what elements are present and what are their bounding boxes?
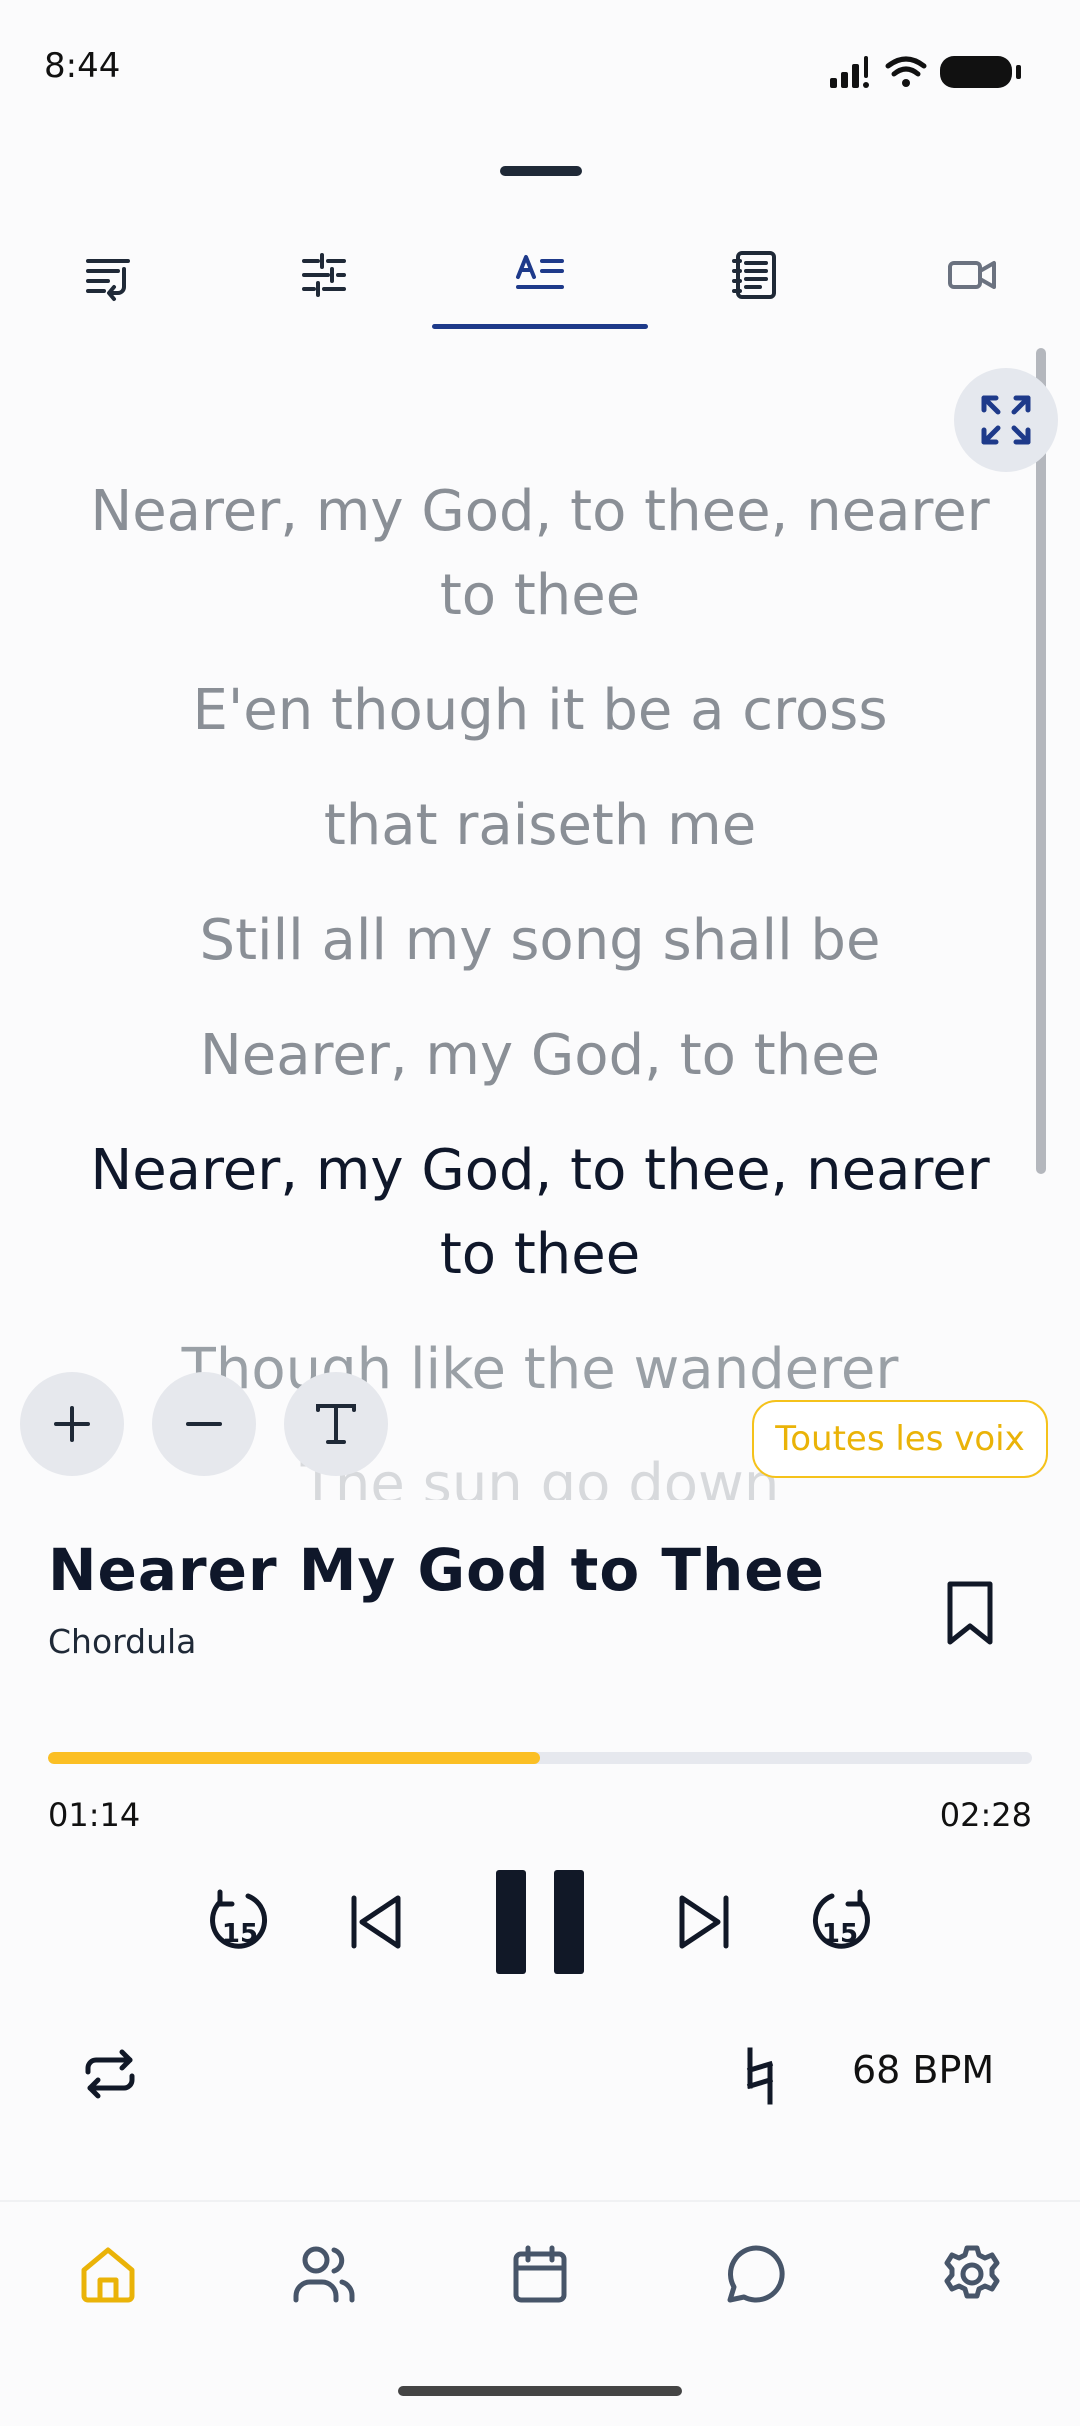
tab-lyrics[interactable] [432,220,648,330]
status-bar: 8:44 [0,0,1080,140]
skip-previous-icon [351,1895,401,1949]
sheet-drag-handle[interactable] [500,166,582,176]
lyric-line[interactable]: Nearer, my God, to thee, nearer to thee [60,470,1020,638]
tab-video[interactable] [864,220,1080,330]
users-icon [293,2246,355,2303]
home-indicator [398,2386,682,2396]
chat-icon [727,2245,785,2303]
sliders-icon [302,253,346,297]
nav-community[interactable] [276,2226,372,2322]
bookmark-icon[interactable] [940,1578,1000,1648]
skip-next-icon [679,1895,729,1949]
tab-sheet[interactable] [648,220,864,330]
tab-queue[interactable] [0,220,216,330]
increase-font-button[interactable] [20,1372,124,1476]
tab-mixer[interactable] [216,220,432,330]
video-icon [948,261,996,289]
forward-icon: 15 [813,1889,870,1949]
lyrics-icon [516,255,564,289]
status-time: 8:44 [44,46,121,86]
expand-icon [981,395,1031,445]
lyric-line[interactable]: Still all my song shall be [60,899,1020,983]
tab-bar [0,220,1080,330]
sheet-icon [732,251,776,299]
lyric-line[interactable]: that raiseth me [60,784,1020,868]
current-time: 01:14 [48,1796,141,1834]
nav-messages[interactable] [708,2226,804,2322]
status-icons [830,56,1021,88]
repeat-button[interactable] [76,2040,144,2108]
active-tab-indicator [432,324,648,329]
natural-sign-icon [746,2047,774,2105]
tempo-label[interactable]: 68 BPM [852,2048,994,2092]
nav-calendar[interactable] [492,2226,588,2322]
decrease-font-button[interactable] [152,1372,256,1476]
lyric-line[interactable]: E'en though it be a cross [60,669,1020,753]
gear-icon [944,2245,1000,2299]
song-artist: Chordula [48,1622,197,1661]
voices-button[interactable]: Toutes les voix [752,1400,1048,1478]
progress-fill [48,1752,540,1764]
rewind-seconds: 15 [222,1919,258,1949]
lyric-line-current[interactable]: Nearer, my God, to thee, nearer to thee [60,1129,1020,1297]
repeat-icon [85,2049,135,2099]
rewind-15-button[interactable]: 15 [200,1884,276,1960]
home-icon [81,2247,135,2303]
next-track-button[interactable] [672,1890,736,1954]
key-button[interactable] [736,2044,784,2108]
queue-icon [86,259,130,301]
rewind-icon: 15 [210,1889,267,1949]
fullscreen-button[interactable] [954,368,1058,472]
calendar-icon [513,2245,567,2303]
progress-bar[interactable] [48,1752,1032,1764]
lyrics-panel: Nearer, my God, to thee, nearer to thee … [60,470,1020,1500]
previous-track-button[interactable] [344,1890,408,1954]
text-icon [316,1404,356,1444]
song-title: Nearer My God to Thee [48,1536,825,1604]
pause-button[interactable] [484,1864,596,1980]
pause-icon [496,1870,584,1974]
forward-seconds: 15 [822,1919,858,1949]
lyrics-scrollbar[interactable] [1036,348,1046,1174]
forward-15-button[interactable]: 15 [804,1884,880,1960]
lyric-line[interactable]: Nearer, my God, to thee [60,1014,1020,1098]
total-time: 02:28 [939,1796,1032,1834]
minus-icon [186,1422,222,1426]
nav-settings[interactable] [924,2226,1020,2322]
plus-icon [54,1406,90,1442]
nav-home[interactable] [60,2226,156,2322]
text-style-button[interactable] [284,1372,388,1476]
